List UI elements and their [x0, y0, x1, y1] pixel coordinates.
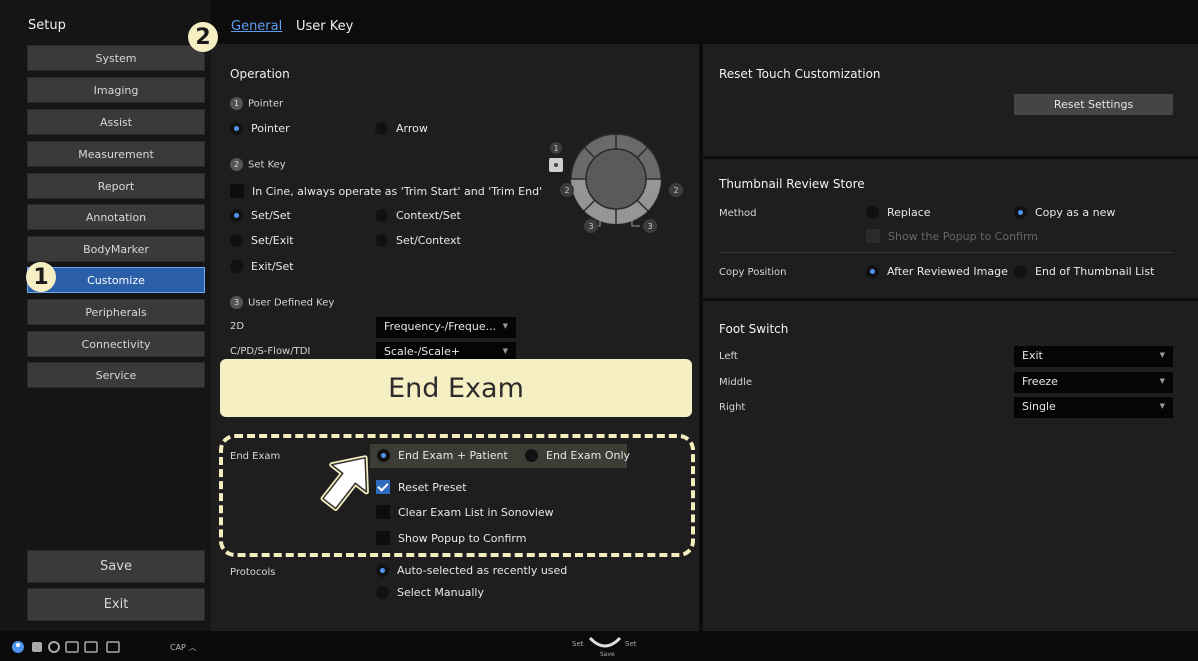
tab-general[interactable]: General	[231, 19, 282, 34]
chevron-down-icon: ▼	[1159, 351, 1165, 359]
reset-settings-button[interactable]: Reset Settings	[1014, 94, 1173, 115]
sidebar-item-service[interactable]: Service	[27, 362, 205, 388]
media-icon	[84, 641, 98, 653]
sidebar-item-bodymarker[interactable]: BodyMarker	[27, 236, 205, 262]
sidebar-item-annotation[interactable]: Annotation	[27, 204, 205, 230]
set-left-label: Set	[572, 640, 584, 648]
caps-lock-indicator: CAP ︿	[170, 643, 197, 652]
foot-left-label: Left	[719, 351, 738, 362]
sidebar-item-report[interactable]: Report	[27, 173, 205, 199]
general-right-panel	[703, 44, 1198, 631]
tab-user-key[interactable]: User Key	[296, 19, 353, 34]
foot-middle-label: Middle	[719, 377, 753, 388]
sidebar-item-measurement[interactable]: Measurement	[27, 141, 205, 167]
tab-bar	[211, 0, 1198, 44]
chevron-up-icon: ︿	[188, 643, 197, 652]
callout-badge-2: 2	[188, 22, 218, 52]
diagram-label-top: 1	[553, 144, 558, 153]
foot-right-select[interactable]: Single ▼	[1014, 397, 1173, 418]
setkey-section-label: 2 Set Key	[230, 158, 286, 171]
show-popup-thumbnail-checkbox[interactable]: Show the Popup to Confirm	[866, 229, 1038, 243]
reset-touch-title: Reset Touch Customization	[719, 67, 881, 81]
sidebar-item-peripherals[interactable]: Peripherals	[27, 299, 205, 325]
copy-position-label: Copy Position	[719, 267, 787, 278]
foot-right-label: Right	[719, 402, 746, 413]
number-3-icon: 3	[230, 296, 243, 309]
printer-icon	[106, 641, 120, 653]
number-2-icon: 2	[230, 158, 243, 171]
chevron-down-icon: ▼	[502, 347, 508, 355]
pointer-section-label: 1 Pointer	[230, 97, 283, 110]
foot-switch-title: Foot Switch	[719, 322, 789, 336]
set-context-radio[interactable]: Set/Context	[375, 234, 461, 247]
chevron-down-icon: ▼	[502, 322, 508, 330]
diagram-label-bottom-left: 3	[588, 222, 593, 231]
after-reviewed-radio[interactable]: After Reviewed Image	[866, 265, 1008, 278]
chevron-down-icon: ▼	[1159, 402, 1165, 410]
setup-title: Setup	[28, 18, 66, 33]
sidebar-item-connectivity[interactable]: Connectivity	[27, 331, 205, 357]
network-icon	[32, 642, 42, 652]
set-set-radio[interactable]: Set/Set	[230, 209, 291, 222]
save-hint-label: Save	[600, 651, 615, 658]
set-right-label: Set	[625, 640, 637, 648]
divider	[703, 156, 1198, 159]
trackball-set-icon	[588, 636, 622, 648]
foot-middle-select[interactable]: Freeze ▼	[1014, 372, 1173, 393]
exit-button[interactable]: Exit	[27, 588, 205, 621]
trackball-diagram: 1 2 2 3 3	[549, 133, 683, 233]
sidebar-item-system[interactable]: System	[27, 45, 205, 71]
thumbnail-store-title: Thumbnail Review Store	[719, 177, 865, 191]
pointer-arrow-icon	[320, 455, 369, 511]
diagram-label-left: 2	[564, 186, 569, 195]
pointer-radio[interactable]: Pointer	[230, 122, 290, 135]
replace-radio[interactable]: Replace	[866, 206, 931, 219]
protocol-auto-radio[interactable]: Auto-selected as recently used	[376, 564, 567, 577]
diagram-label-right: 2	[673, 186, 678, 195]
arrow-radio[interactable]: Arrow	[375, 122, 428, 135]
foot-left-select[interactable]: Exit ▼	[1014, 346, 1173, 367]
exit-set-radio[interactable]: Exit/Set	[230, 260, 294, 273]
context-set-radio[interactable]: Context/Set	[375, 209, 461, 222]
number-1-icon: 1	[230, 97, 243, 110]
save-button[interactable]: Save	[27, 550, 205, 583]
user-defined-key-label: 3 User Defined Key	[230, 296, 334, 309]
end-exam-banner: End Exam	[220, 359, 692, 417]
storage-icon	[65, 641, 79, 653]
copy-as-new-radio[interactable]: Copy as a new	[1014, 206, 1115, 219]
method-label: Method	[719, 208, 757, 219]
set-exit-radio[interactable]: Set/Exit	[230, 234, 294, 247]
diagram-label-bottom-right: 3	[647, 222, 652, 231]
divider	[703, 298, 1198, 301]
divider	[719, 252, 1173, 253]
sidebar-item-assist[interactable]: Assist	[27, 109, 205, 135]
protocols-label: Protocols	[230, 567, 276, 578]
cine-trim-checkbox[interactable]: In Cine, always operate as 'Trim Start' …	[230, 184, 542, 198]
row-cpd-label: C/PD/S-Flow/TDI	[230, 346, 311, 357]
row-2d-label: 2D	[230, 321, 245, 332]
protocol-manual-radio[interactable]: Select Manually	[376, 586, 484, 599]
clock-icon	[48, 641, 60, 653]
status-icons	[12, 641, 120, 653]
chevron-down-icon: ▼	[1159, 377, 1165, 385]
end-exam-highlight-frame	[219, 434, 695, 557]
user-key-2d-select[interactable]: Frequency-/Freque... ▼	[376, 317, 516, 338]
sidebar-item-imaging[interactable]: Imaging	[27, 77, 205, 103]
operation-title: Operation	[230, 67, 290, 81]
callout-badge-1: 1	[26, 262, 56, 292]
end-of-list-radio[interactable]: End of Thumbnail List	[1014, 265, 1154, 278]
